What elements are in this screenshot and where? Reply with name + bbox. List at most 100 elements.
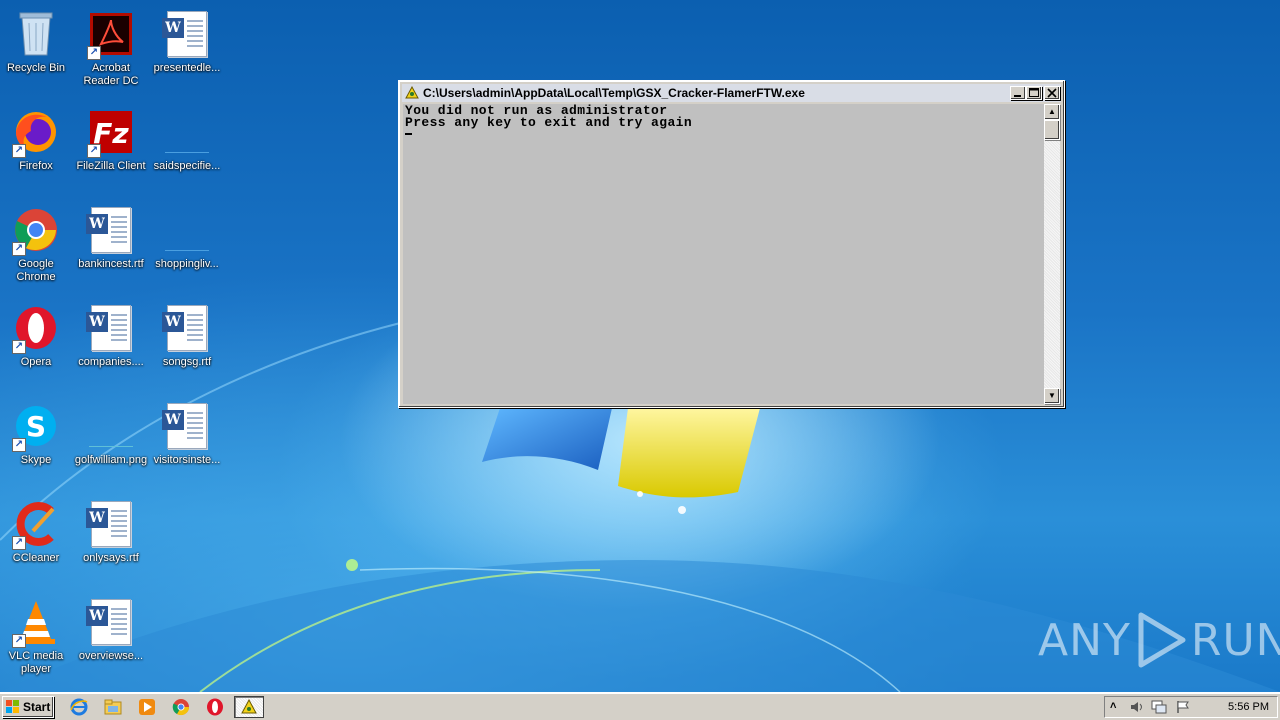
skype-icon: S ↗ <box>12 402 60 452</box>
blank-file-icon <box>163 206 211 254</box>
taskbar-opera-button[interactable] <box>202 696 228 718</box>
desktop-icon-companies[interactable]: W companies.... <box>73 298 149 394</box>
console-scrollbar[interactable]: ▲ ▼ <box>1044 104 1060 404</box>
chrome-icon <box>172 699 190 716</box>
desktop-icon-overviewse[interactable]: W overviewse... <box>73 592 149 688</box>
console-title-bar[interactable]: C:\Users\admin\AppData\Local\Temp\GSX_Cr… <box>402 84 1061 102</box>
filezilla-icon: Fz ↗ <box>87 108 135 158</box>
console-app-icon <box>241 699 257 714</box>
desktop-icon-ccleaner[interactable]: ↗ CCleaner <box>0 494 74 590</box>
windows-logo-icon <box>6 700 20 714</box>
console-window[interactable]: C:\Users\admin\AppData\Local\Temp\GSX_Cr… <box>398 80 1065 408</box>
desktop-icon-shoppingliv[interactable]: shoppingliv... <box>149 200 225 296</box>
desktop-icon-visitorsinste[interactable]: W visitorsinste... <box>149 396 225 492</box>
internet-explorer-icon <box>70 698 88 716</box>
desktop-icon-label: shoppingliv... <box>155 258 219 270</box>
watermark-text-left: ANY <box>1038 614 1131 666</box>
desktop-icon-skype[interactable]: S ↗ Skype <box>0 396 74 492</box>
desktop-icon-label: onlysays.rtf <box>83 552 139 564</box>
shortcut-arrow-icon: ↗ <box>87 46 101 60</box>
desktop-icon-label: FileZilla Client <box>76 160 146 172</box>
shortcut-arrow-icon: ↗ <box>12 634 26 648</box>
anyrun-watermark: ANY RUN <box>1038 610 1280 670</box>
firefox-icon: ↗ <box>12 108 60 158</box>
start-button[interactable]: Start <box>2 696 54 718</box>
console-output[interactable]: You did not run as administrator Press a… <box>403 104 1044 404</box>
desktop-icon-label: Recycle Bin <box>6 62 66 74</box>
desktop-icon-filezilla[interactable]: Fz ↗ FileZilla Client <box>73 102 149 198</box>
desktop-icon-bankincest[interactable]: W bankincest.rtf <box>73 200 149 296</box>
maximize-icon <box>1029 88 1039 97</box>
taskbar-explorer-button[interactable] <box>100 696 126 718</box>
ccleaner-icon: ↗ <box>12 500 60 550</box>
desktop-icon-vlc[interactable]: ↗ VLC media player <box>0 592 74 688</box>
desktop-icon-onlysays[interactable]: W onlysays.rtf <box>73 494 149 590</box>
chrome-icon: ↗ <box>12 206 60 256</box>
taskbar-clock[interactable]: 5:56 PM <box>1228 701 1269 713</box>
desktop-icon-firefox[interactable]: ↗ Firefox <box>0 102 74 198</box>
minimize-button[interactable] <box>1010 86 1026 100</box>
desktop-icon-label: Google Chrome <box>16 258 56 283</box>
console-app-icon[interactable] <box>404 85 420 101</box>
taskbar-ie-button[interactable] <box>66 696 92 718</box>
network-icon[interactable] <box>1151 700 1167 714</box>
media-player-icon <box>139 699 155 715</box>
word-document-icon: W <box>86 304 135 352</box>
desktop-icon-chrome[interactable]: ↗ Google Chrome <box>0 200 74 296</box>
desktop-icon-label: saidspecifie... <box>153 160 221 172</box>
minimize-icon <box>1014 95 1021 97</box>
desktop-icon-label: songsg.rtf <box>162 356 212 368</box>
desktop-icon-label: visitorsinste... <box>153 454 221 466</box>
desktop-icon-saidspecifie[interactable]: saidspecifie... <box>149 102 225 198</box>
desktop-icon-label: bankincest.rtf <box>78 258 144 270</box>
console-title: C:\Users\admin\AppData\Local\Temp\GSX_Cr… <box>423 86 805 100</box>
shortcut-arrow-icon: ↗ <box>12 242 26 256</box>
word-document-icon: W <box>86 206 135 254</box>
console-line: Press any key to exit and try again <box>405 115 693 130</box>
close-icon <box>1047 88 1057 98</box>
recycle-bin-icon <box>12 10 60 58</box>
desktop-icon-golfwilliam[interactable]: golfwilliam.png <box>73 396 149 492</box>
desktop-icon-label: golfwilliam.png <box>74 454 148 466</box>
scroll-thumb[interactable] <box>1044 120 1060 140</box>
taskbar-console-button[interactable] <box>234 696 264 718</box>
scroll-up-button[interactable]: ▲ <box>1044 104 1060 120</box>
desktop-icon-label: Opera <box>20 356 52 368</box>
desktop-icon-label: presentedle... <box>153 62 221 74</box>
show-hidden-icons-button[interactable]: ˄ <box>1110 700 1116 712</box>
shortcut-arrow-icon: ↗ <box>12 144 26 158</box>
maximize-button[interactable] <box>1026 86 1042 100</box>
opera-icon <box>207 698 223 716</box>
shortcut-arrow-icon: ↗ <box>12 438 26 452</box>
word-document-icon: W <box>86 500 135 548</box>
desktop-icon-recycle-bin[interactable]: Recycle Bin <box>0 4 74 100</box>
desktop-icon-label: overviewse... <box>78 650 144 662</box>
watermark-text-right: RUN <box>1190 614 1280 666</box>
scroll-down-button[interactable]: ▼ <box>1044 388 1060 404</box>
acrobat-icon: ↗ <box>87 10 135 60</box>
word-document-icon: W <box>86 598 135 646</box>
desktop-icon-songsg[interactable]: W songsg.rtf <box>149 298 225 394</box>
desktop-icon-opera[interactable]: ↗ Opera <box>0 298 74 394</box>
desktop-icon-label: Firefox <box>19 160 53 172</box>
start-label: Start <box>23 700 51 714</box>
desktop-icon-label: companies.... <box>78 356 144 368</box>
taskbar-chrome-button[interactable] <box>168 696 194 718</box>
taskbar: Start ˄ 5:56 PM <box>0 692 1280 720</box>
play-logo-icon <box>1138 612 1186 668</box>
desktop-icon-label: VLC media player <box>8 650 64 675</box>
word-document-icon: W <box>162 402 211 450</box>
close-button[interactable] <box>1044 86 1060 100</box>
desktop-icon-label: CCleaner <box>12 552 60 564</box>
desktop-icon-presentedle[interactable]: W presentedle... <box>149 4 225 100</box>
taskbar-media-player-button[interactable] <box>134 696 160 718</box>
volume-icon[interactable] <box>1129 700 1145 714</box>
text-cursor <box>405 133 412 135</box>
action-center-flag-icon[interactable] <box>1175 700 1191 714</box>
folder-icon <box>104 699 122 715</box>
word-document-icon: W <box>162 304 211 352</box>
system-tray: ˄ 5:56 PM <box>1104 696 1278 718</box>
svg-text:S: S <box>26 410 46 443</box>
desktop-icon-acrobat[interactable]: ↗ Acrobat Reader DC <box>73 4 149 100</box>
shortcut-arrow-icon: ↗ <box>87 144 101 158</box>
